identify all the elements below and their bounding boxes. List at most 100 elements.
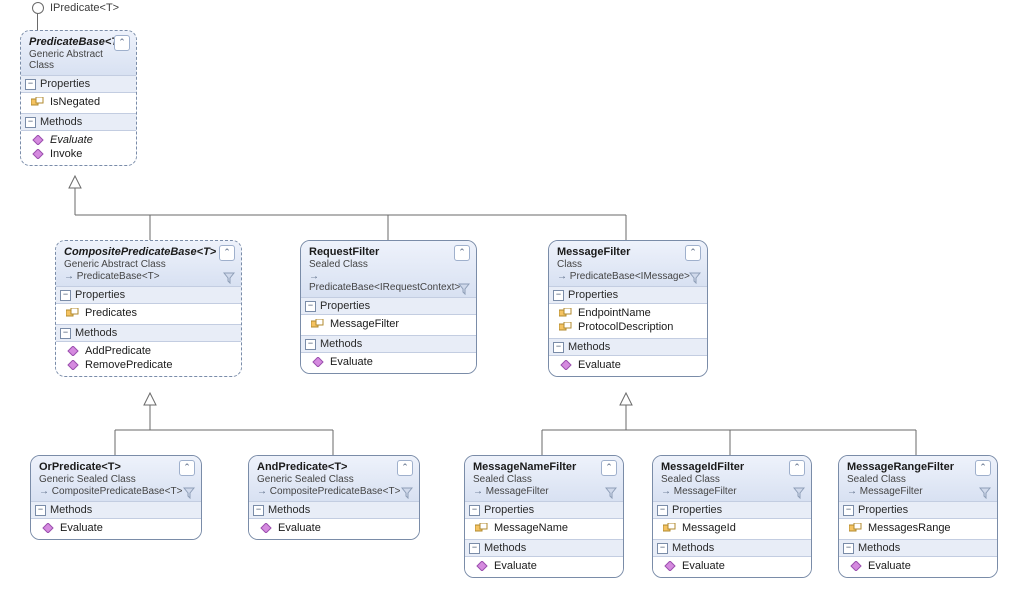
expander-icon[interactable]: − [305, 301, 316, 312]
collapse-icon[interactable]: ⌃ [789, 460, 805, 476]
method-item[interactable]: Evaluate [655, 559, 809, 573]
property-item[interactable]: Predicates [58, 306, 239, 320]
section-methods[interactable]: − Methods [465, 539, 623, 557]
property-name: MessageFilter [330, 318, 399, 330]
section-label: Methods [40, 116, 82, 128]
interface-name: IPredicate<T> [50, 2, 119, 14]
expander-icon[interactable]: − [553, 290, 564, 301]
method-item[interactable]: Evaluate [33, 521, 199, 535]
method-item[interactable]: Evaluate [303, 355, 474, 369]
filter-icon[interactable] [401, 487, 413, 499]
expander-icon[interactable]: − [60, 328, 71, 339]
class-composite-predicate-base[interactable]: CompositePredicateBase<T> Generic Abstra… [55, 240, 242, 377]
class-request-filter[interactable]: RequestFilter Sealed Class PredicateBase… [300, 240, 477, 374]
section-methods[interactable]: − Methods [21, 113, 136, 131]
property-item[interactable]: EndpointName [551, 306, 705, 320]
property-item[interactable]: MessageName [467, 521, 621, 535]
section-properties[interactable]: − Properties [465, 501, 623, 519]
section-methods[interactable]: − Methods [653, 539, 811, 557]
section-methods[interactable]: − Methods [549, 338, 707, 356]
collapse-icon[interactable]: ⌃ [219, 245, 235, 261]
method-name: RemovePredicate [85, 359, 172, 371]
section-methods[interactable]: − Methods [31, 501, 201, 519]
class-name: MessageNameFilter [473, 461, 617, 473]
expander-icon[interactable]: − [25, 117, 36, 128]
expander-icon[interactable]: − [253, 505, 264, 516]
section-properties[interactable]: − Properties [56, 286, 241, 304]
property-name: ProtocolDescription [578, 321, 673, 333]
expander-icon[interactable]: − [657, 543, 668, 554]
section-properties[interactable]: − Properties [21, 75, 136, 93]
expander-icon[interactable]: − [60, 290, 71, 301]
expander-icon[interactable]: − [305, 339, 316, 350]
expander-icon[interactable]: − [35, 505, 46, 516]
filter-icon[interactable] [979, 487, 991, 499]
method-item[interactable]: AddPredicate [58, 344, 239, 358]
method-item[interactable]: Invoke [23, 147, 134, 161]
collapse-icon[interactable]: ⌃ [454, 245, 470, 261]
section-label: Methods [672, 542, 714, 554]
method-item[interactable]: Evaluate [251, 521, 417, 535]
section-label: Methods [484, 542, 526, 554]
section-properties[interactable]: − Properties [653, 501, 811, 519]
class-predicate-base[interactable]: PredicateBase<T> Generic Abstract Class … [20, 30, 137, 166]
filter-icon[interactable] [689, 272, 701, 284]
interface-lollipop: IPredicate<T> [32, 2, 119, 14]
method-icon [559, 359, 573, 371]
method-item[interactable]: Evaluate [551, 358, 705, 372]
expander-icon[interactable]: − [553, 342, 564, 353]
section-label: Properties [40, 78, 90, 90]
method-item[interactable]: Evaluate [467, 559, 621, 573]
class-message-id-filter[interactable]: MessageIdFilter Sealed Class MessageFilt… [652, 455, 812, 578]
property-name: EndpointName [578, 307, 651, 319]
expander-icon[interactable]: − [843, 505, 854, 516]
collapse-icon[interactable]: ⌃ [975, 460, 991, 476]
class-or-predicate[interactable]: OrPredicate<T> Generic Sealed Class Comp… [30, 455, 202, 540]
collapse-icon[interactable]: ⌃ [397, 460, 413, 476]
filter-icon[interactable] [223, 272, 235, 284]
filter-icon[interactable] [605, 487, 617, 499]
property-icon [559, 307, 573, 319]
section-properties[interactable]: − Properties [549, 286, 707, 304]
section-label: Methods [858, 542, 900, 554]
expander-icon[interactable]: − [469, 505, 480, 516]
filter-icon[interactable] [458, 283, 470, 295]
class-message-filter[interactable]: MessageFilter Class PredicateBase<IMessa… [548, 240, 708, 377]
collapse-icon[interactable]: ⌃ [601, 460, 617, 476]
property-item[interactable]: MessageFilter [303, 317, 474, 331]
methods-list: Evaluate [31, 519, 201, 539]
section-methods[interactable]: − Methods [249, 501, 419, 519]
property-name: Predicates [85, 307, 137, 319]
class-message-range-filter[interactable]: MessageRangeFilter Sealed Class MessageF… [838, 455, 998, 578]
expander-icon[interactable]: − [25, 79, 36, 90]
properties-list: MessagesRange [839, 519, 997, 539]
class-message-name-filter[interactable]: MessageNameFilter Sealed Class MessageFi… [464, 455, 624, 578]
collapse-icon[interactable]: ⌃ [114, 35, 130, 51]
expander-icon[interactable]: − [657, 505, 668, 516]
class-base: PredicateBase<IRequestContext> [309, 271, 470, 293]
method-item[interactable]: Evaluate [841, 559, 995, 573]
method-icon [31, 134, 45, 146]
method-name: Evaluate [578, 359, 621, 371]
class-header: AndPredicate<T> Generic Sealed Class Com… [249, 456, 419, 501]
filter-icon[interactable] [793, 487, 805, 499]
property-item[interactable]: ProtocolDescription [551, 320, 705, 334]
collapse-icon[interactable]: ⌃ [685, 245, 701, 261]
expander-icon[interactable]: − [469, 543, 480, 554]
section-properties[interactable]: − Properties [301, 297, 476, 315]
method-item[interactable]: Evaluate [23, 133, 134, 147]
section-methods[interactable]: − Methods [56, 324, 241, 342]
method-item[interactable]: RemovePredicate [58, 358, 239, 372]
property-item[interactable]: MessagesRange [841, 521, 995, 535]
property-icon [663, 522, 677, 534]
section-properties[interactable]: − Properties [839, 501, 997, 519]
property-item[interactable]: IsNegated [23, 95, 134, 109]
filter-icon[interactable] [183, 487, 195, 499]
property-item[interactable]: MessageId [655, 521, 809, 535]
collapse-icon[interactable]: ⌃ [179, 460, 195, 476]
expander-icon[interactable]: − [843, 543, 854, 554]
section-methods[interactable]: − Methods [301, 335, 476, 353]
section-methods[interactable]: − Methods [839, 539, 997, 557]
property-icon [311, 318, 325, 330]
class-and-predicate[interactable]: AndPredicate<T> Generic Sealed Class Com… [248, 455, 420, 540]
